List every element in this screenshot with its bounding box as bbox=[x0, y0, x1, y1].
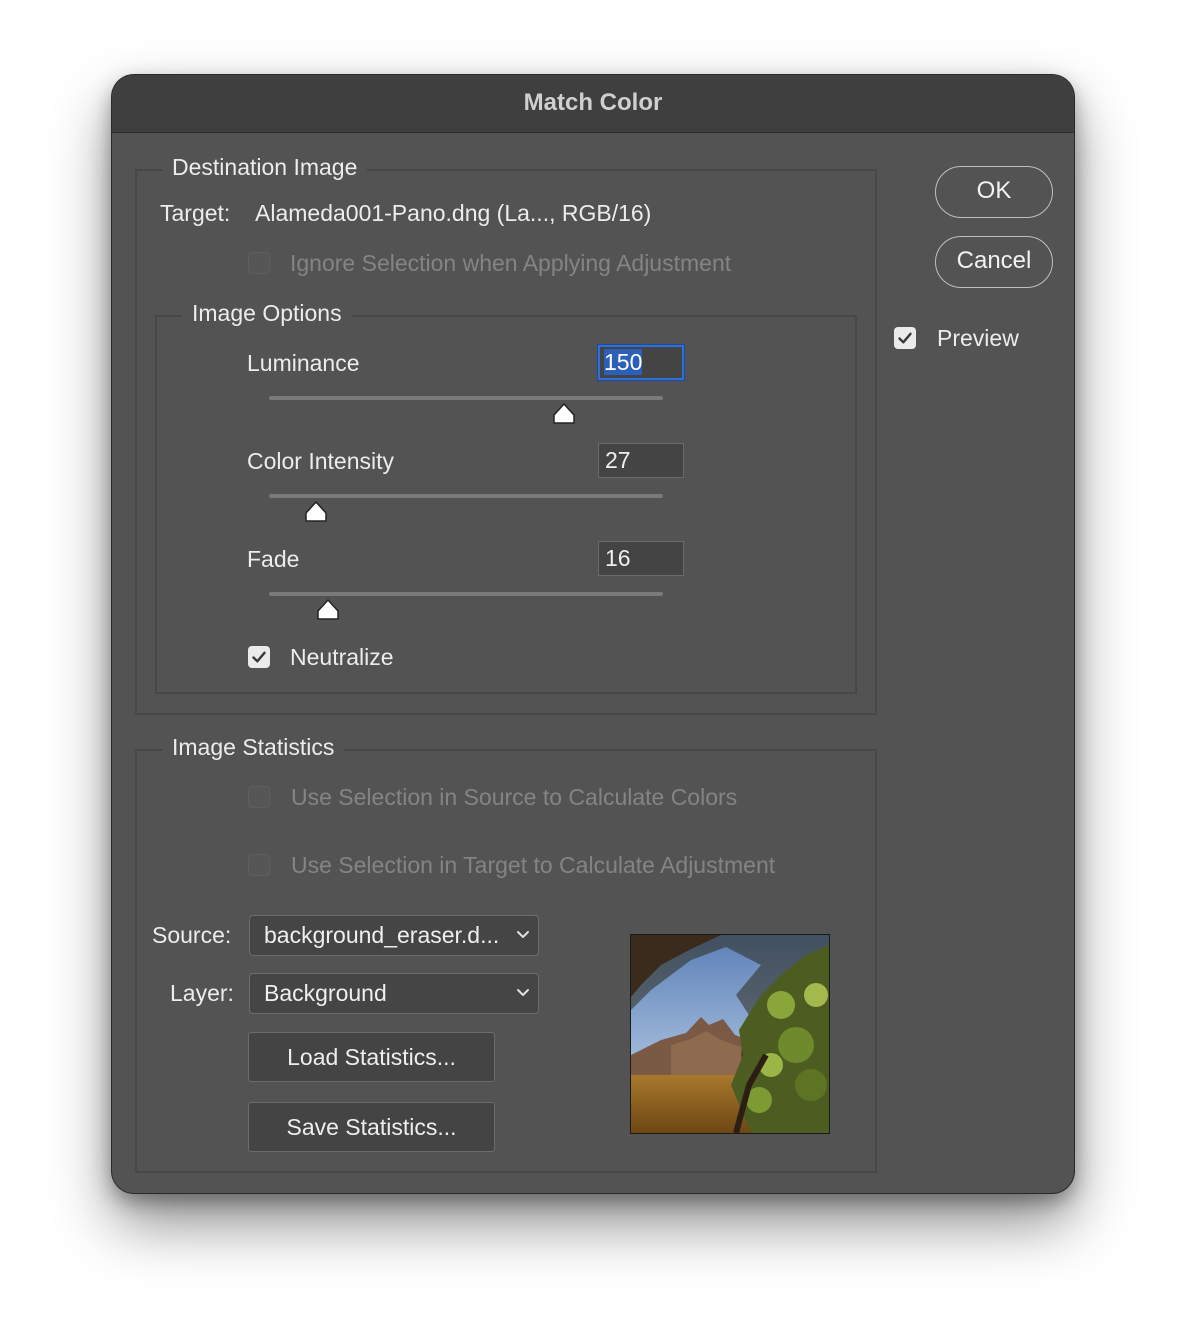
luminance-slider-track[interactable] bbox=[269, 396, 663, 400]
layer-dropdown[interactable]: Background bbox=[249, 973, 539, 1014]
use-target-selection-label: Use Selection in Target to Calculate Adj… bbox=[291, 852, 776, 878]
use-source-selection-checkbox[interactable] bbox=[248, 786, 270, 808]
cancel-button[interactable]: Cancel bbox=[935, 236, 1053, 288]
fade-slider-thumb[interactable] bbox=[316, 599, 340, 621]
color-intensity-slider-track[interactable] bbox=[269, 494, 663, 498]
source-image-thumbnail bbox=[630, 934, 830, 1134]
use-target-selection-checkbox[interactable] bbox=[248, 854, 270, 876]
fade-label: Fade bbox=[247, 546, 300, 572]
color-intensity-value: 27 bbox=[605, 447, 631, 473]
fade-value: 16 bbox=[605, 545, 631, 571]
checkmark-icon bbox=[252, 651, 266, 663]
fade-input[interactable]: 16 bbox=[598, 541, 684, 576]
preview-label: Preview bbox=[937, 325, 1019, 351]
preview-checkbox[interactable] bbox=[894, 327, 916, 349]
neutralize-checkbox[interactable] bbox=[248, 646, 270, 668]
layer-label: Layer: bbox=[170, 980, 234, 1006]
luminance-label: Luminance bbox=[247, 350, 360, 376]
dialog-title: Match Color bbox=[523, 89, 663, 116]
fade-slider-track[interactable] bbox=[269, 592, 663, 596]
ignore-selection-checkbox[interactable] bbox=[248, 252, 270, 274]
color-intensity-slider-thumb[interactable] bbox=[304, 501, 328, 523]
source-label: Source: bbox=[152, 922, 232, 948]
image-options-legend: Image Options bbox=[182, 300, 352, 327]
destination-image-legend: Destination Image bbox=[162, 154, 368, 181]
luminance-slider-thumb[interactable] bbox=[552, 403, 576, 425]
target-label: Target: bbox=[160, 200, 231, 226]
load-statistics-button[interactable]: Load Statistics... bbox=[248, 1032, 495, 1082]
use-source-selection-label: Use Selection in Source to Calculate Col… bbox=[291, 784, 738, 810]
color-intensity-label: Color Intensity bbox=[247, 448, 395, 474]
image-statistics-legend: Image Statistics bbox=[162, 734, 345, 761]
title-bar[interactable]: Match Color bbox=[112, 75, 1074, 133]
ignore-selection-label: Ignore Selection when Applying Adjustmen… bbox=[290, 250, 732, 276]
target-value: Alameda001-Pano.dng (La..., RGB/16) bbox=[255, 200, 652, 226]
checkmark-icon bbox=[898, 332, 912, 344]
layer-dropdown-value: Background bbox=[264, 980, 387, 1006]
chevron-down-icon bbox=[517, 931, 529, 938]
match-color-dialog: Match Color Destination Image Target: Al… bbox=[112, 75, 1074, 1193]
source-dropdown-value: background_eraser.d... bbox=[264, 922, 500, 948]
source-dropdown[interactable]: background_eraser.d... bbox=[249, 915, 539, 956]
luminance-input[interactable]: 150 bbox=[598, 345, 684, 380]
luminance-value: 150 bbox=[604, 349, 643, 375]
color-intensity-input[interactable]: 27 bbox=[598, 443, 684, 478]
ok-button[interactable]: OK bbox=[935, 166, 1053, 218]
neutralize-label: Neutralize bbox=[290, 644, 394, 670]
chevron-down-icon bbox=[517, 989, 529, 996]
save-statistics-button[interactable]: Save Statistics... bbox=[248, 1102, 495, 1152]
